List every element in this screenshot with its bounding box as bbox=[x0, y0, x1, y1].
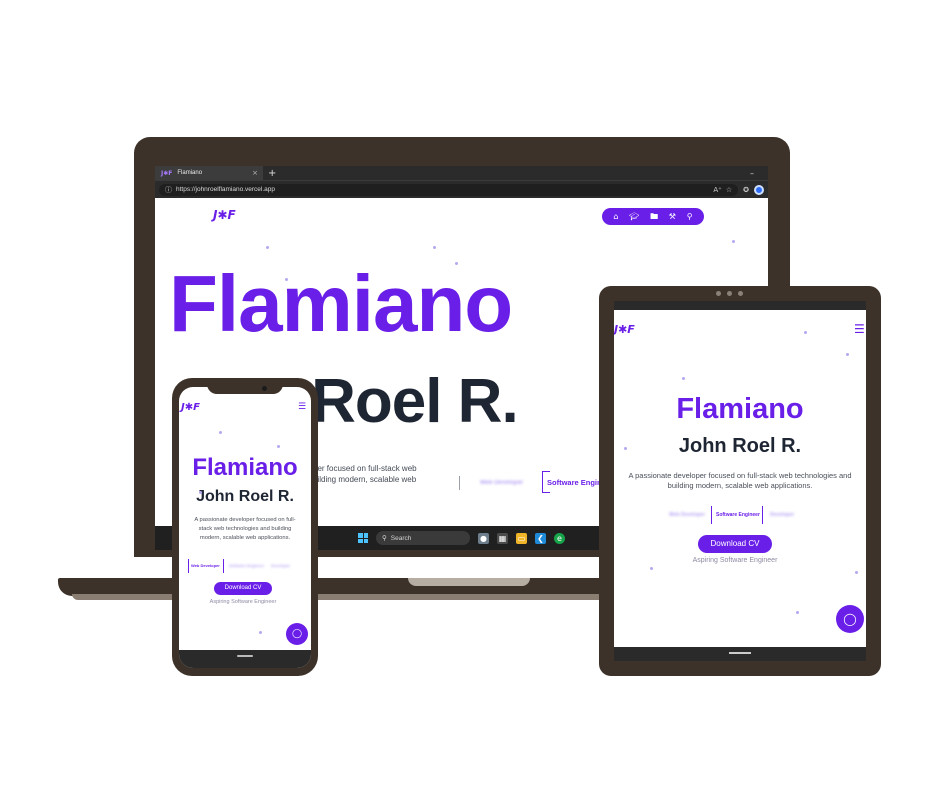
download-cv-button[interactable]: Download CV bbox=[214, 582, 272, 595]
role-web-developer: Web Developer bbox=[191, 563, 220, 568]
hero-first-name: Flamiano bbox=[192, 454, 298, 481]
role-web-developer: Web Developer bbox=[480, 480, 524, 486]
tablet-camera bbox=[716, 291, 743, 296]
role-software-engineer: Software Engineer bbox=[229, 563, 265, 568]
site-favicon-icon: J✱F bbox=[161, 169, 173, 177]
chat-bubble-icon: ◯ bbox=[291, 628, 303, 639]
read-aloud-icon[interactable]: A⁺ bbox=[713, 186, 721, 194]
particle-dot bbox=[846, 353, 849, 356]
minimize-window-button[interactable]: – bbox=[750, 169, 754, 178]
location-pin-icon[interactable]: ⚲ bbox=[687, 212, 693, 221]
particle-dot bbox=[650, 567, 653, 570]
hero-tagline: per focused on full-stack web uilding mo… bbox=[313, 464, 417, 484]
tab-title: Flamiano bbox=[177, 170, 203, 176]
camera-app-icon[interactable]: ● bbox=[478, 532, 489, 544]
phone-nav-bar bbox=[179, 650, 311, 668]
home-indicator[interactable] bbox=[237, 655, 253, 657]
role-web-developer: Web Developer bbox=[669, 512, 706, 518]
tablet-screen: J✱F ☰ Flamiano John Roel R. A passionate… bbox=[614, 301, 866, 661]
aspiring-subtitle: Aspiring Software Engineer bbox=[209, 599, 277, 605]
edge-browser-icon[interactable]: e bbox=[554, 532, 565, 544]
search-icon: ⚲ bbox=[382, 535, 387, 542]
url-text: https://johnroelflamiano.vercel.app bbox=[176, 186, 276, 193]
particle-dot bbox=[682, 377, 685, 380]
site-logo[interactable]: J✱F bbox=[181, 402, 200, 413]
browser-address-bar: ⓘ https://johnroelflamiano.vercel.app A⁺… bbox=[155, 180, 768, 198]
particle-dot bbox=[804, 331, 807, 334]
windows-start-icon[interactable] bbox=[358, 533, 368, 543]
profile-avatar[interactable] bbox=[754, 184, 764, 195]
chat-bubble-icon: ◯ bbox=[843, 612, 857, 626]
main-nav: ⌂ 🎓︎ 🖿 ⚒ ⚲ bbox=[602, 208, 704, 225]
folder-icon[interactable]: 🖿 bbox=[650, 212, 658, 221]
particle-dot bbox=[285, 278, 288, 281]
particle-dot bbox=[796, 611, 799, 614]
url-field[interactable]: ⓘ https://johnroelflamiano.vercel.app A⁺… bbox=[159, 183, 739, 196]
particle-dot bbox=[266, 246, 269, 249]
site-logo[interactable]: J✱F bbox=[614, 323, 635, 336]
role-developer: Developer bbox=[271, 563, 291, 568]
particle-dot bbox=[277, 445, 280, 448]
browser-tab[interactable]: J✱F Flamiano × bbox=[155, 166, 263, 180]
particle-dot bbox=[732, 240, 735, 243]
chat-button[interactable]: ◯ bbox=[286, 623, 308, 645]
download-cv-button[interactable]: Download CV bbox=[698, 535, 772, 553]
phone-screen: J✱F ☰ Flamiano John Roel R. A passionate… bbox=[179, 387, 311, 668]
hero-full-name: John Roel R. bbox=[678, 435, 802, 457]
favorites-icon[interactable]: ✪ bbox=[743, 186, 749, 194]
tablet-nav-bar bbox=[614, 647, 866, 661]
particle-dot bbox=[433, 246, 436, 249]
file-explorer-icon[interactable]: ▭ bbox=[516, 532, 527, 544]
chat-button[interactable]: ◯ bbox=[836, 605, 864, 633]
menu-icon[interactable]: ☰ bbox=[854, 323, 865, 335]
home-indicator[interactable] bbox=[729, 652, 751, 654]
taskbar-search-label: Search bbox=[390, 534, 412, 542]
vscode-icon[interactable]: ❮ bbox=[535, 532, 546, 544]
home-icon[interactable]: ⌂ bbox=[613, 212, 618, 221]
tools-icon[interactable]: ⚒ bbox=[669, 212, 676, 221]
phone-notch bbox=[207, 382, 283, 394]
favorite-star-icon[interactable]: ☆ bbox=[726, 186, 732, 194]
particle-dot bbox=[624, 447, 627, 450]
phone-camera bbox=[262, 386, 267, 391]
role-developer: Developer bbox=[770, 512, 795, 518]
menu-icon[interactable]: ☰ bbox=[298, 403, 306, 412]
browser-tab-bar: J✱F Flamiano × + – bbox=[155, 166, 768, 180]
particle-dot bbox=[199, 491, 202, 494]
role-divider bbox=[459, 476, 460, 490]
hero-tagline: A passionate developer focused on full-s… bbox=[194, 517, 296, 541]
tablet-status-bar bbox=[614, 301, 866, 310]
role-software-engineer: Software Engineer bbox=[716, 512, 760, 518]
widgets-app-icon[interactable]: ▦ bbox=[497, 532, 508, 544]
site-logo[interactable]: J✱F bbox=[213, 208, 236, 222]
new-tab-button[interactable]: + bbox=[268, 168, 276, 179]
particle-dot bbox=[855, 571, 858, 574]
hero-first-name: Flamiano bbox=[676, 393, 804, 425]
taskbar-search[interactable]: ⚲ Search bbox=[376, 531, 470, 545]
aspiring-subtitle: Aspiring Software Engineer bbox=[692, 557, 778, 564]
graduation-cap-icon[interactable]: 🎓︎ bbox=[629, 212, 639, 221]
particle-dot bbox=[259, 631, 262, 634]
particle-dot bbox=[455, 262, 458, 265]
particle-dot bbox=[219, 431, 222, 434]
laptop-opening-notch bbox=[408, 578, 530, 586]
close-tab-icon[interactable]: × bbox=[252, 169, 258, 177]
hero-first-name: Flamiano bbox=[169, 259, 513, 348]
site-info-icon[interactable]: ⓘ bbox=[165, 185, 172, 195]
hero-tagline: A passionate developer focused on full-s… bbox=[628, 471, 852, 490]
